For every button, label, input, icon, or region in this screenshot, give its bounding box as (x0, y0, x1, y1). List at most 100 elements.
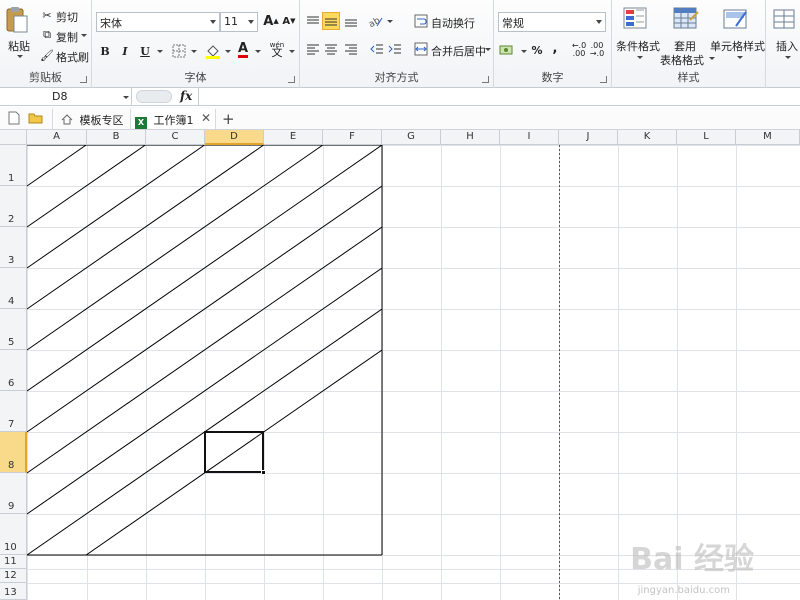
row-header-11[interactable]: 11 (0, 555, 27, 569)
underline-button[interactable]: U (136, 42, 154, 60)
copy-button[interactable]: 复制 (56, 29, 78, 45)
column-header-L[interactable]: L (677, 130, 736, 145)
align-bottom-icon[interactable] (342, 12, 360, 30)
wrap-text-icon[interactable] (412, 12, 430, 30)
fill-color-icon[interactable] (204, 42, 222, 60)
row-header-12[interactable]: 12 (0, 569, 27, 583)
cell-styles-dropdown-icon[interactable] (737, 56, 743, 59)
alignment-launcher-icon[interactable] (482, 76, 489, 83)
accounting-dropdown-icon[interactable] (521, 50, 527, 53)
name-box[interactable]: D8 (0, 88, 132, 106)
new-tab-button[interactable]: + (222, 107, 238, 128)
close-tab-icon[interactable]: ✕ (201, 111, 211, 125)
column-header-D[interactable]: D (205, 130, 264, 145)
row-header-5[interactable]: 5 (0, 309, 27, 350)
percent-button[interactable]: % (528, 41, 546, 59)
fill-handle[interactable] (261, 470, 266, 475)
increase-indent-icon[interactable] (386, 40, 404, 58)
column-header-A[interactable]: A (27, 130, 87, 145)
merge-center-icon[interactable] (412, 40, 430, 58)
column-header-E[interactable]: E (264, 130, 323, 145)
row-header-9[interactable]: 9 (0, 473, 27, 514)
merge-center-dropdown-icon[interactable] (485, 48, 491, 51)
wrap-text-button[interactable]: 自动换行 (431, 15, 475, 31)
selected-cell-D8[interactable] (204, 431, 264, 473)
phonetic-dropdown-icon[interactable] (289, 50, 295, 53)
clipboard-launcher-icon[interactable] (80, 76, 87, 83)
format-as-table-dropdown-icon[interactable] (709, 57, 715, 60)
font-color-button[interactable]: A (234, 41, 252, 59)
cell-styles-icon[interactable] (722, 6, 752, 34)
copy-dropdown-icon[interactable] (81, 34, 87, 37)
bold-button[interactable]: B (96, 42, 114, 60)
name-box-dropdown-icon[interactable] (123, 96, 129, 99)
phonetic-button[interactable]: wén 文 (268, 40, 286, 58)
underline-dropdown-icon[interactable] (157, 50, 163, 53)
font-size-select[interactable]: 11 (220, 12, 258, 32)
insert-function-icon[interactable]: fx (180, 89, 192, 103)
conditional-format-button[interactable]: 条件格式 (616, 38, 660, 54)
new-file-icon[interactable] (8, 111, 20, 128)
font-launcher-icon[interactable] (288, 76, 295, 83)
number-launcher-icon[interactable] (600, 76, 607, 83)
cell-styles-button[interactable]: 单元格样式 (710, 38, 765, 54)
align-center-icon[interactable] (322, 40, 340, 58)
select-all-corner[interactable] (0, 130, 27, 145)
format-as-table-line2[interactable]: 表格格式 (660, 52, 704, 68)
number-format-select[interactable]: 常规 (498, 12, 606, 32)
cut-button[interactable]: 剪切 (56, 9, 78, 25)
font-color-dropdown-icon[interactable] (255, 50, 261, 53)
tab-workbook[interactable]: X 工作簿1 ✕ (130, 109, 216, 129)
cut-icon[interactable]: ✂ (38, 6, 56, 24)
row-header-1[interactable]: 1 (0, 145, 27, 186)
row-header-13[interactable]: 13 (0, 583, 27, 600)
paste-dropdown-icon[interactable] (17, 55, 23, 58)
row-header-7[interactable]: 7 (0, 391, 27, 432)
merge-center-button[interactable]: 合并后居中 (431, 43, 486, 59)
italic-button[interactable]: I (116, 42, 134, 60)
grow-font-button[interactable]: A ▲ (262, 12, 280, 30)
align-right-icon[interactable] (342, 40, 360, 58)
border-dropdown-icon[interactable] (191, 50, 197, 53)
shrink-font-button[interactable]: A ▼ (280, 12, 298, 30)
tab-template[interactable]: 模板专区 (52, 109, 130, 129)
formula-input[interactable] (198, 88, 800, 106)
formula-bar-handle[interactable] (136, 90, 172, 103)
insert-button[interactable]: 插入 (776, 38, 798, 54)
insert-cells-icon[interactable] (772, 6, 800, 34)
column-header-F[interactable]: F (323, 130, 382, 145)
column-header-J[interactable]: J (559, 130, 618, 145)
conditional-format-icon[interactable] (622, 6, 652, 34)
row-header-3[interactable]: 3 (0, 227, 27, 268)
column-header-H[interactable]: H (441, 130, 500, 145)
accounting-icon[interactable] (498, 41, 516, 59)
conditional-format-dropdown-icon[interactable] (637, 56, 643, 59)
border-icon[interactable] (170, 42, 188, 60)
row-header-8[interactable]: 8 (0, 432, 27, 473)
copy-icon[interactable]: ⧉ (38, 26, 56, 44)
insert-dropdown-icon[interactable] (785, 56, 791, 59)
orientation-dropdown-icon[interactable] (387, 20, 393, 23)
open-folder-icon[interactable] (28, 112, 44, 127)
paste-icon[interactable] (4, 5, 34, 33)
row-header-10[interactable]: 10 (0, 514, 27, 555)
paste-button[interactable]: 粘贴 (8, 38, 30, 54)
format-as-table-icon[interactable] (672, 6, 702, 34)
format-painter-button[interactable]: 格式刷 (56, 49, 89, 65)
decrease-decimal-icon[interactable]: .00 →.0 (588, 41, 606, 59)
format-painter-icon[interactable]: 🖌 (38, 46, 56, 64)
align-top-icon[interactable] (304, 12, 322, 30)
align-middle-icon[interactable] (322, 12, 340, 30)
decrease-indent-icon[interactable] (368, 40, 386, 58)
column-header-C[interactable]: C (146, 130, 205, 145)
column-header-M[interactable]: M (736, 130, 800, 145)
column-header-B[interactable]: B (87, 130, 146, 145)
column-header-I[interactable]: I (500, 130, 559, 145)
row-header-6[interactable]: 6 (0, 350, 27, 391)
fill-color-dropdown-icon[interactable] (225, 50, 231, 53)
row-header-2[interactable]: 2 (0, 186, 27, 227)
font-name-select[interactable]: 宋体 (96, 12, 220, 32)
increase-decimal-icon[interactable]: ←.0.00 (570, 41, 588, 59)
orientation-icon[interactable]: ab (366, 12, 384, 30)
column-header-G[interactable]: G (382, 130, 441, 145)
